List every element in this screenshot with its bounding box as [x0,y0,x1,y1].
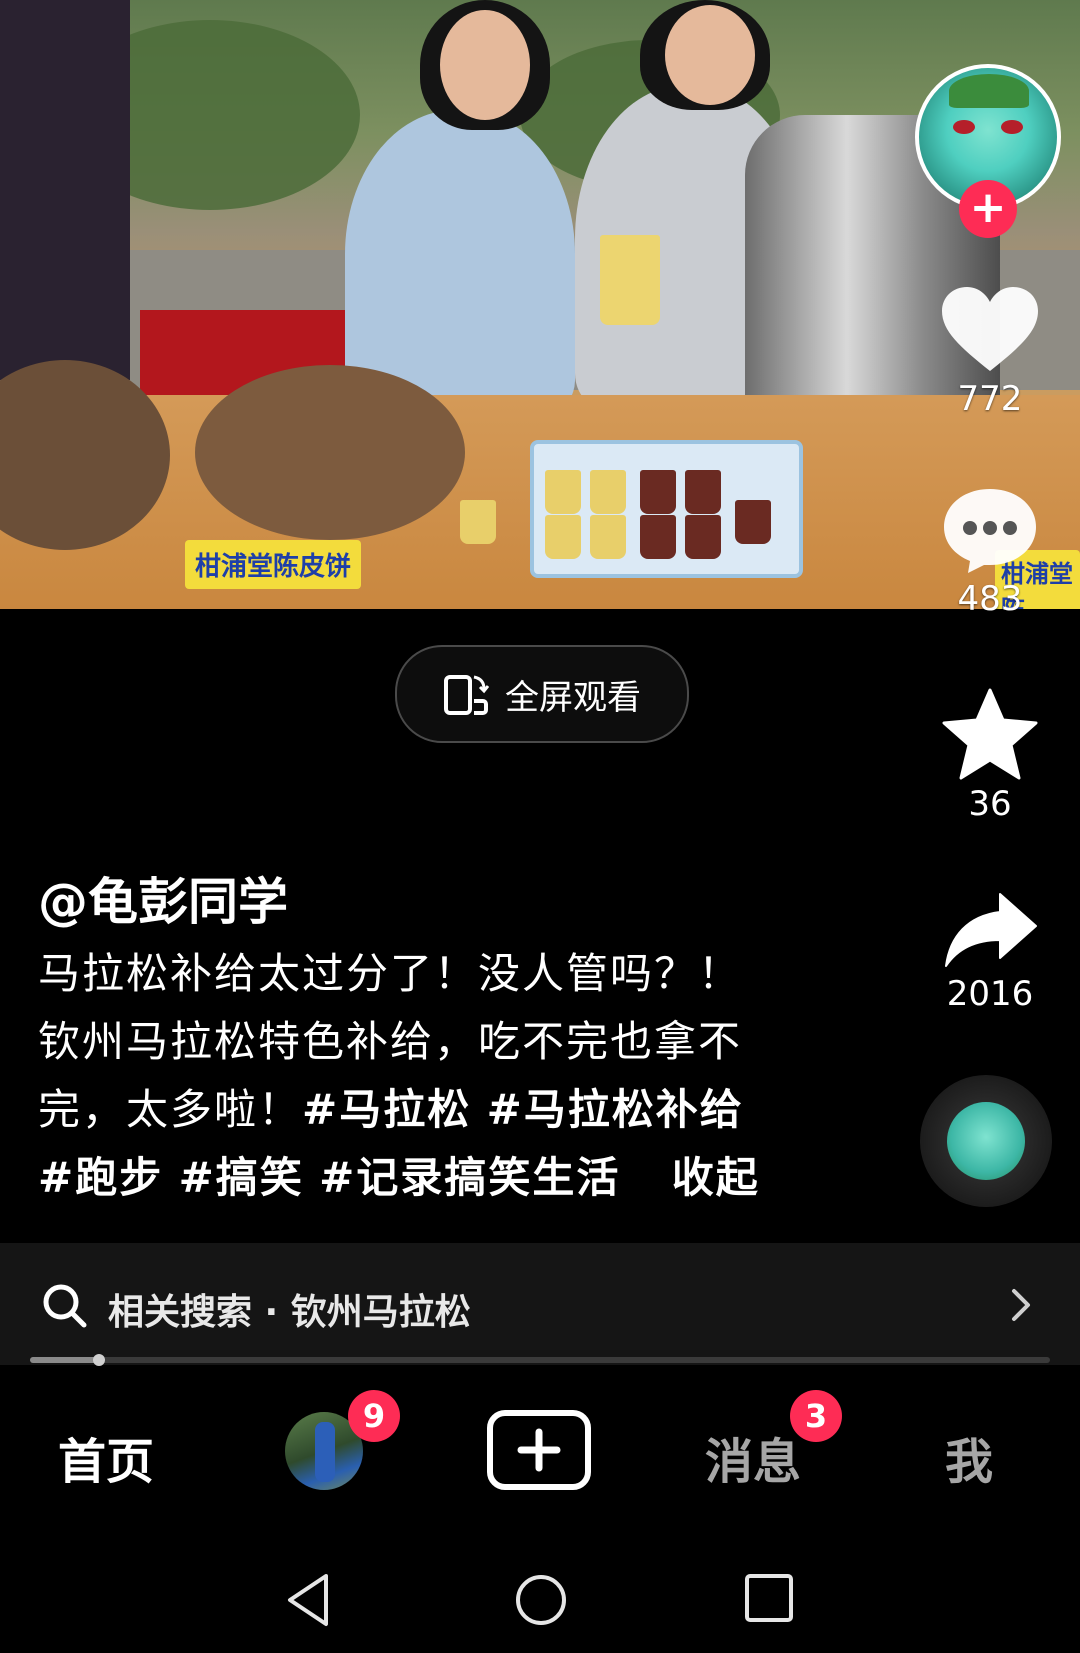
favorite-group[interactable]: 36 [920,688,1060,824]
bottom-tab-bar: 首页 9 消息 3 我 [0,1370,1080,1530]
tea-cup [590,515,626,559]
volunteer-left [345,110,575,410]
tea-cup [460,500,496,544]
volunteer-right-face [665,5,755,105]
like-group[interactable]: 772 [920,285,1060,419]
tab-home[interactable]: 首页 [58,1422,154,1492]
rotate-screen-icon [444,675,489,715]
video-progress-bar[interactable] [30,1354,1050,1366]
chevron-right-icon [1012,1289,1030,1321]
avatar-figure [315,1422,335,1482]
snack-basket [195,365,465,540]
share-group[interactable]: 2016 [920,890,1060,1014]
comment-count: 483 [957,579,1023,619]
avatar-bulb [949,74,1029,108]
hashtag[interactable]: #记录搞笑生活 [319,1153,620,1202]
progress-fill [30,1357,100,1363]
raised-tea-cup [600,235,660,325]
star-icon[interactable] [942,688,1038,780]
tea-cup [545,515,581,559]
tab-messages[interactable]: 消息 [705,1422,801,1492]
share-count: 2016 [946,974,1034,1014]
dark-tea-cup [685,515,721,559]
hashtag[interactable]: #马拉松补给 [487,1085,744,1134]
hashtag[interactable]: #马拉松 [302,1085,471,1134]
caption-line: #跑步 #搞笑 #记录搞笑生活 收起 [38,1144,818,1212]
dark-tea-cup [735,500,771,544]
caption-line: 完，太多啦！#马拉松 #马拉松补给 [38,1076,818,1144]
avatar-eye [953,120,975,134]
dark-tea-cup [640,515,676,559]
favorite-count: 36 [968,784,1012,824]
tea-cup [545,470,581,514]
author-name[interactable]: @龟彭同学 [38,862,288,934]
messages-badge: 3 [790,1390,842,1442]
music-disc-cover [947,1102,1025,1180]
music-disc[interactable] [920,1075,1052,1207]
related-search-bar[interactable]: 相关搜索 · 钦州马拉松 [0,1243,1080,1365]
heart-icon[interactable] [940,285,1040,375]
create-post-button[interactable] [487,1410,591,1490]
bystander [0,0,130,380]
caption-text: 完，太多啦！ [38,1085,303,1134]
fullscreen-label: 全屏观看 [505,677,641,718]
friends-badge: 9 [348,1390,400,1442]
hashtag[interactable]: #搞笑 [179,1153,304,1202]
recents-icon[interactable] [743,1572,795,1624]
collapse-button[interactable]: 收起 [672,1153,760,1202]
plus-icon [517,1428,561,1472]
like-count: 772 [957,379,1023,419]
back-icon[interactable] [284,1572,334,1628]
snack-sign: 柑浦堂陈皮饼 [185,540,362,589]
related-search-label: 相关搜索 · 钦州马拉松 [108,1292,471,1333]
dark-tea-cup [685,470,721,514]
comment-icon[interactable] [940,485,1040,575]
dark-tea-cup [640,470,676,514]
author-avatar-group[interactable]: + [915,64,1061,238]
search-icon [43,1284,87,1328]
video-caption: 马拉松补给太过分了！没人管吗？！ 钦州马拉松特色补给，吃不完也拿不 完，太多啦！… [38,940,818,1212]
system-navigation-bar [0,1560,1080,1653]
fullscreen-button[interactable]: 全屏观看 [395,645,689,743]
caption-line: 钦州马拉松特色补给，吃不完也拿不 [38,1017,743,1066]
caption-line: 马拉松补给太过分了！没人管吗？！ [38,949,743,998]
comment-group[interactable]: 483 [920,485,1060,619]
home-icon[interactable] [513,1572,569,1628]
volunteer-left-face [440,10,530,120]
follow-button[interactable]: + [959,180,1017,238]
tab-me[interactable]: 我 [945,1422,993,1492]
hashtag[interactable]: #跑步 [38,1153,163,1202]
tea-cup [590,470,626,514]
share-arrow-icon[interactable] [942,890,1038,970]
avatar-eye [1001,120,1023,134]
